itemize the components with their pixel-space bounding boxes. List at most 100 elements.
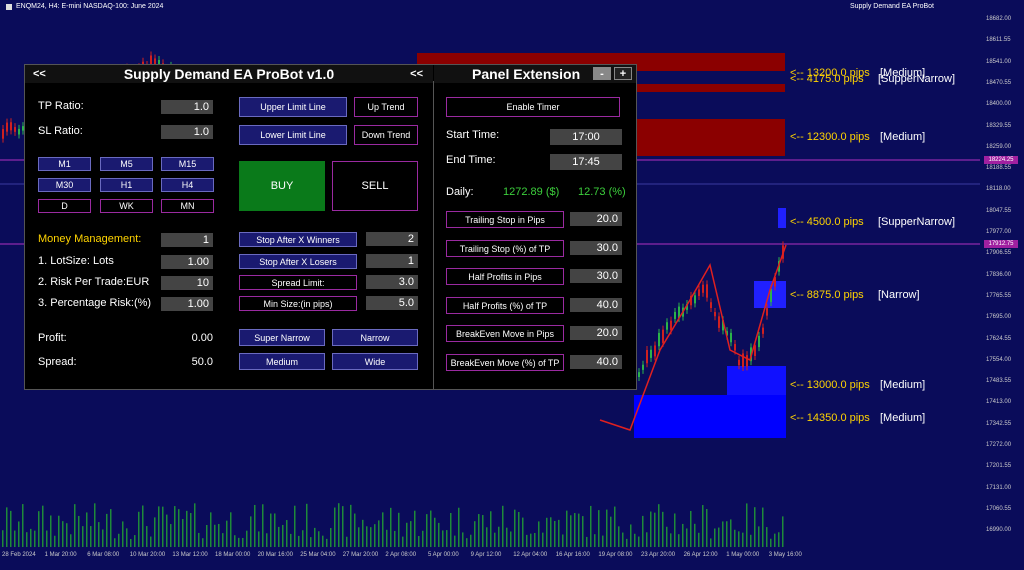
stop-losers-input[interactable]: 1 [366, 254, 418, 268]
trailing-stop-pips-button[interactable]: Trailing Stop in Pips [446, 211, 564, 228]
tf-h1-button[interactable]: H1 [100, 178, 153, 192]
tf-h4-button[interactable]: H4 [161, 178, 214, 192]
volume-bar [146, 526, 148, 547]
start-time-label: Start Time: [446, 129, 500, 141]
sl-ratio-input[interactable]: 1.0 [161, 125, 213, 139]
half-profits-pips-button[interactable]: Half Profits in Pips [446, 268, 564, 285]
price-axis-label: 17413.00 [986, 399, 1012, 406]
collapse-right-button[interactable]: << [410, 65, 423, 83]
breakeven-pct-button[interactable]: BreakEven Move (%) of TP [446, 354, 564, 371]
narrow-button[interactable]: Narrow [332, 329, 418, 346]
half-profits-pct-input[interactable]: 40.0 [570, 298, 622, 312]
volume-bar [498, 526, 500, 547]
upper-limit-button[interactable]: Upper Limit Line [239, 97, 347, 117]
medium-button[interactable]: Medium [239, 353, 325, 370]
tf-mn-button[interactable]: MN [161, 199, 214, 213]
volume-bar [526, 534, 528, 547]
breakeven-pct-input[interactable]: 40.0 [570, 355, 622, 369]
half-profits-pips-input[interactable]: 30.0 [570, 269, 622, 283]
minimize-button[interactable]: - [593, 67, 611, 80]
breakeven-pips-button[interactable]: BreakEven Move in Pips [446, 325, 564, 342]
spread-limit-button[interactable]: Spread Limit: [239, 275, 357, 290]
price-axis-label: 18541.00 [986, 58, 1012, 65]
volume-bar [670, 533, 672, 547]
tf-m15-button[interactable]: M15 [161, 157, 214, 171]
stop-winners-input[interactable]: 2 [366, 232, 418, 246]
trailing-stop-pct-button[interactable]: Trailing Stop (%) of TP [446, 240, 564, 257]
candle-body [730, 332, 732, 343]
money-mgmt-input[interactable]: 1 [161, 233, 213, 247]
volume-bar [458, 507, 460, 547]
volume-bar [318, 531, 320, 547]
trailing-stop-pips-input[interactable]: 20.0 [570, 212, 622, 226]
volume-bar [270, 513, 272, 547]
spread-value: 50.0 [191, 356, 213, 368]
candle-body [702, 284, 704, 293]
time-axis-label: 9 Apr 12:00 [470, 552, 502, 558]
volume-bar [342, 506, 344, 547]
tf-wk-button[interactable]: WK [100, 199, 153, 213]
spread-limit-input[interactable]: 3.0 [366, 275, 418, 289]
tp-ratio-input[interactable]: 1.0 [161, 100, 213, 114]
volume-bar [74, 504, 76, 547]
zone-tag: [SupperNarrow] [878, 73, 956, 85]
tf-m30-button[interactable]: M30 [38, 178, 91, 192]
collapse-left-button[interactable]: << [33, 65, 46, 83]
min-size-input[interactable]: 5.0 [366, 296, 418, 310]
up-trend-button[interactable]: Up Trend [354, 97, 418, 117]
time-axis-label: 2 Apr 08:00 [385, 552, 417, 558]
volume-bar [62, 521, 64, 547]
pct-risk-label: 3. Percentage Risk:(%) [38, 297, 152, 309]
down-trend-button[interactable]: Down Trend [354, 125, 418, 145]
stop-losers-button[interactable]: Stop After X Losers [239, 254, 357, 269]
sell-button[interactable]: SELL [332, 161, 418, 211]
price-axis-label: 18682.00 [986, 16, 1012, 22]
volume-bar [574, 513, 576, 547]
volume-bar [714, 528, 716, 547]
volume-bar [134, 535, 136, 547]
volume-bar [14, 530, 16, 547]
stop-winners-button[interactable]: Stop After X Winners [239, 232, 357, 247]
candle-body [638, 372, 640, 377]
volume-bar [550, 517, 552, 547]
min-size-button[interactable]: Min Size:(in pips) [239, 296, 357, 311]
volume-bar [694, 523, 696, 547]
volume-bar [606, 509, 608, 547]
candle-body [706, 284, 708, 298]
volume-bar [122, 521, 124, 547]
trailing-stop-pct-input[interactable]: 30.0 [570, 241, 622, 255]
time-axis-label: 20 Mar 16:00 [257, 552, 293, 558]
volume-bar [42, 505, 44, 547]
price-axis-label: 18611.55 [986, 37, 1011, 44]
enable-timer-button[interactable]: Enable Timer [446, 97, 620, 117]
super-narrow-button[interactable]: Super Narrow [239, 329, 325, 346]
tf-d-button[interactable]: D [38, 199, 91, 213]
risk-input[interactable]: 10 [161, 276, 213, 290]
panel-title-bar[interactable]: << Supply Demand EA ProBot v1.0 << [25, 65, 433, 83]
tf-m1-button[interactable]: M1 [38, 157, 91, 171]
buy-button[interactable]: BUY [239, 161, 325, 211]
volume-bar [206, 524, 208, 547]
pct-risk-input[interactable]: 1.00 [161, 297, 213, 311]
wide-button[interactable]: Wide [332, 353, 418, 370]
half-profits-pct-button[interactable]: Half Profits (%) of TP [446, 297, 564, 314]
volume-bar [38, 511, 40, 547]
volume-bar [562, 534, 564, 547]
end-time-input[interactable]: 17:45 [550, 154, 622, 170]
lotsize-input[interactable]: 1.00 [161, 255, 213, 269]
volume-bar [78, 515, 80, 547]
start-time-input[interactable]: 17:00 [550, 129, 622, 145]
volume-bar [46, 530, 48, 547]
volume-bar [358, 527, 360, 547]
volume-bar [354, 513, 356, 547]
breakeven-pips-input[interactable]: 20.0 [570, 326, 622, 340]
lower-limit-button[interactable]: Lower Limit Line [239, 125, 347, 145]
price-tag: 17912.75 [984, 240, 1018, 248]
volume-bar [646, 532, 648, 547]
tf-m5-button[interactable]: M5 [100, 157, 153, 171]
volume-bar [286, 520, 288, 547]
volume-bar [710, 538, 712, 547]
maximize-button[interactable]: + [614, 67, 632, 80]
volume-bar [582, 516, 584, 547]
volume-bar [362, 519, 364, 547]
